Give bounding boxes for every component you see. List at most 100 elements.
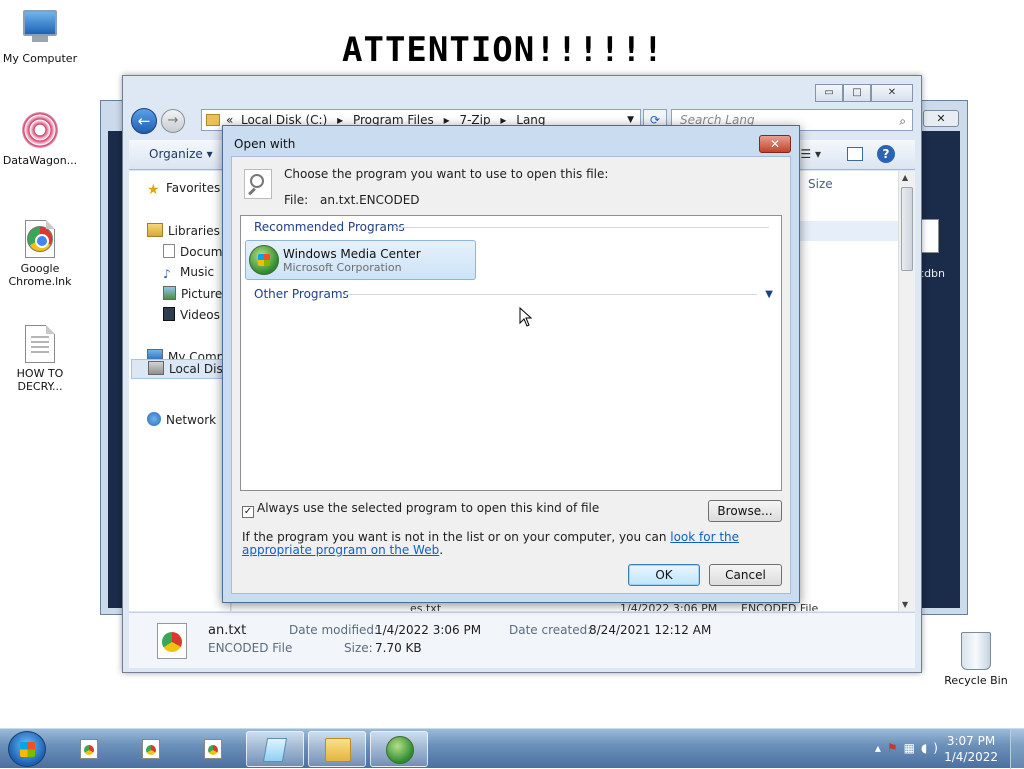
file-size-cell: 6 KB xyxy=(792,578,915,598)
nav-label: Videos xyxy=(180,308,220,322)
desktop-icon-google-chrome[interactable]: Google Chrome.lnk xyxy=(0,220,80,288)
file-size-cell: 12 KB xyxy=(792,326,915,346)
nav-videos[interactable]: Videos xyxy=(163,307,220,322)
file-size-cell: 15 KB xyxy=(792,368,915,388)
details-pane: an.txt ENCODED File Date modified: 1/4/2… xyxy=(129,612,915,668)
network-icon xyxy=(147,412,161,426)
chevron-down-icon[interactable]: ▼ xyxy=(765,289,773,300)
vertical-scrollbar[interactable]: ▲ ▼ xyxy=(898,171,915,611)
search-icon[interactable]: ⌕ xyxy=(899,111,906,131)
desktop-icon-recycle-bin[interactable]: Recycle Bin xyxy=(936,632,1016,687)
details-created-value: 8/24/2021 12:12 AM xyxy=(589,623,712,637)
preview-pane-icon[interactable] xyxy=(847,147,863,161)
taskbar-item-explorer[interactable] xyxy=(308,731,366,767)
dialog-close-button[interactable]: ✕ xyxy=(759,135,791,153)
file-thumbnail-icon xyxy=(157,623,187,659)
file-icon xyxy=(204,739,222,759)
clock-time: 3:07 PM xyxy=(946,734,996,748)
close-icon[interactable]: ✕ xyxy=(923,110,959,127)
file-label: File: xyxy=(284,193,309,207)
file-size-cell: 6 KB xyxy=(792,200,915,220)
nav-libraries[interactable]: Libraries xyxy=(147,223,220,238)
always-use-label: Always use the selected program to open … xyxy=(257,501,600,515)
organize-button[interactable]: Organize ▾ xyxy=(149,147,213,161)
help-text-body: If the program you want is not in the li… xyxy=(242,530,667,544)
table-row[interactable]: es.txt 1/4/2022 3:06 PM ENCODED File xyxy=(410,602,818,611)
help-icon[interactable]: ? xyxy=(877,145,895,163)
datawagon-icon xyxy=(22,112,58,152)
taskbar-item-notepad[interactable] xyxy=(246,731,304,767)
nav-network[interactable]: Network xyxy=(147,412,216,427)
forward-button[interactable]: → xyxy=(161,109,185,133)
details-created-label: Date created: xyxy=(509,623,592,637)
other-programs-header[interactable]: Other Programs xyxy=(254,287,349,301)
notepad-icon xyxy=(262,738,288,762)
desktop-icon-label: My Computer xyxy=(2,52,78,65)
file-size-cell: 17 KB xyxy=(792,536,915,556)
details-filetype: ENCODED File xyxy=(208,641,293,655)
minimize-button[interactable]: ▭ xyxy=(815,84,843,102)
program-windows-media-center[interactable]: Windows Media Center Microsoft Corporati… xyxy=(245,240,476,280)
file-name: es.txt xyxy=(410,602,442,611)
start-button[interactable] xyxy=(8,731,46,767)
taskbar-item-chrome-file-3[interactable] xyxy=(184,731,242,767)
column-header-size[interactable]: Size xyxy=(808,177,833,191)
file-type: ENCODED File xyxy=(741,602,819,611)
folder-icon xyxy=(206,114,220,126)
desktop-icon-ransom-note[interactable]: HOW TO DECRY... xyxy=(0,325,80,393)
file-size-cell: 8 KB xyxy=(792,557,915,577)
windows-media-center-icon xyxy=(386,736,414,764)
program-list[interactable]: Recommended Programs Windows Media Cente… xyxy=(240,215,782,491)
computer-icon xyxy=(22,10,58,50)
nav-documents[interactable]: Documents xyxy=(163,244,230,259)
star-icon: ★ xyxy=(147,182,160,198)
desktop-icon-my-computer[interactable]: My Computer xyxy=(0,10,80,65)
maximize-button[interactable]: □ xyxy=(843,84,871,102)
open-with-dialog[interactable]: Open with ✕ Choose the program you want … xyxy=(222,125,800,603)
cancel-button[interactable]: Cancel xyxy=(709,564,782,586)
file-size-cell: 10 KB xyxy=(792,284,915,304)
always-use-checkbox[interactable]: ✓ xyxy=(242,506,254,518)
browse-button[interactable]: Browse... xyxy=(708,500,782,522)
file-size-cell: 6 KB xyxy=(792,263,915,283)
taskbar: ▴⚑▦◖) 3:07 PM 1/4/2022 xyxy=(0,728,1024,769)
network-icon[interactable]: ▦ xyxy=(904,741,921,755)
close-button[interactable]: ✕ xyxy=(871,84,913,102)
music-icon: ♪ xyxy=(163,267,171,281)
file-size-cell: 6 KB xyxy=(792,389,915,409)
nav-label: Favorites xyxy=(166,181,221,195)
file-value: an.txt.ENCODED xyxy=(320,193,420,207)
scroll-down-icon[interactable]: ▼ xyxy=(902,600,908,609)
taskbar-item-chrome-file-2[interactable] xyxy=(122,731,180,767)
show-hidden-icons-icon[interactable]: ▴ xyxy=(875,741,887,755)
nav-favorites[interactable]: ★ Favorites xyxy=(147,181,221,198)
ok-button[interactable]: OK xyxy=(628,564,700,586)
navigation-pane: ★ Favorites Libraries Documents ♪ Music Pi… xyxy=(129,171,231,611)
taskbar-item-media-center[interactable] xyxy=(370,731,428,767)
desktop-icon-datawagon[interactable]: DataWagon... xyxy=(0,112,80,167)
scroll-thumb[interactable] xyxy=(901,187,913,271)
speaker-icon[interactable]: ◖) xyxy=(921,741,944,755)
nav-label: Music xyxy=(180,265,215,279)
show-desktop-button[interactable] xyxy=(1010,729,1024,769)
nav-pictures[interactable]: Pictures xyxy=(163,286,229,301)
details-modified-value: 1/4/2022 3:06 PM xyxy=(375,623,482,637)
scroll-up-icon[interactable]: ▲ xyxy=(902,173,908,182)
windows-media-center-icon xyxy=(249,245,279,275)
pictures-icon xyxy=(163,286,176,300)
views-dropdown-icon[interactable]: ☰ ▾ xyxy=(800,147,821,161)
nav-music[interactable]: ♪ Music xyxy=(163,265,214,281)
dialog-prompt: Choose the program you want to use to op… xyxy=(284,167,609,181)
help-text-period: . xyxy=(439,543,444,557)
taskbar-item-chrome-file-1[interactable] xyxy=(60,731,118,767)
nav-local-disk[interactable]: Local Disk (C:) xyxy=(131,359,230,379)
nav-label: Libraries xyxy=(168,224,220,238)
attention-banner: ATTENTION!!!!!! xyxy=(342,30,665,70)
mouse-pointer-icon xyxy=(519,307,533,327)
file-size-cell: 9 KB xyxy=(792,452,915,472)
action-center-flag-icon[interactable]: ⚑ xyxy=(887,741,904,755)
back-button[interactable]: ← xyxy=(131,108,157,134)
file-size-cell: 6 KB xyxy=(792,473,915,493)
clock[interactable]: 3:07 PM 1/4/2022 xyxy=(944,733,998,765)
always-use-checkbox-row[interactable]: ✓ Always use the selected program to open… xyxy=(242,501,599,518)
